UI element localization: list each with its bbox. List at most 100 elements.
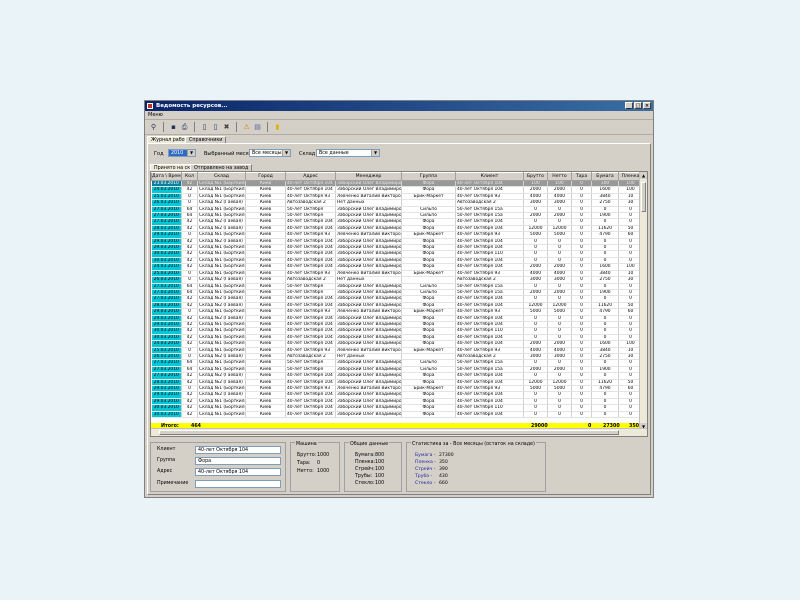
horizontal-scrollbar[interactable] xyxy=(151,428,647,436)
scroll-thumb[interactable] xyxy=(641,182,646,212)
machine-netto-label: Нетто: xyxy=(297,469,314,474)
table-cell: 28.03.2010 xyxy=(151,225,182,233)
details-area: Клиент 40-лет Октября 104 Группа Фора Ад… xyxy=(150,440,648,494)
table-cell: Склад №1 (Борткиль) xyxy=(197,347,246,355)
chevron-down-icon: ▼ xyxy=(282,150,290,156)
client-field[interactable]: 40-лет Октября 104 xyxy=(195,446,281,454)
chevron-down-icon: ▼ xyxy=(371,150,379,156)
table-cell: Склад №1 (Борткиль) xyxy=(197,359,246,367)
table-cell: Заборский Олег Владимирович xyxy=(335,398,402,406)
stats-item-value: 660 xyxy=(439,481,448,486)
data-grid[interactable]: Дата \ Время Кол Склад Город Адрес Менеджер Гр… xyxy=(150,171,648,437)
column-header[interactable]: Нетто xyxy=(547,172,572,181)
save-icon[interactable]: ▪ xyxy=(169,123,178,132)
table-cell: Левченко Виталий Викторович xyxy=(335,347,402,355)
table-cell: 25.03.2010 xyxy=(151,270,182,278)
warehouse-select[interactable]: Все данные ▼ xyxy=(316,149,380,157)
general-item-value: 100 xyxy=(375,467,385,472)
group-field[interactable]: Фора xyxy=(195,457,281,465)
month-label: Выбранный месяц: xyxy=(204,151,254,157)
table-cell: 26.03.2010 xyxy=(151,353,182,361)
table-cell: 40-лет Октября 93 xyxy=(285,385,336,393)
sub-tabs: Принято на склад Отправлено на завод xyxy=(150,164,450,171)
tab-references[interactable]: Справочники xyxy=(185,136,227,143)
table-cell: Заборский Олег Владимирович xyxy=(335,327,402,335)
table-cell: Киев xyxy=(245,411,286,419)
exit-icon[interactable]: ▮ xyxy=(273,123,282,132)
menu-item[interactable]: Меню xyxy=(148,112,163,118)
table-cell: Склад №1 (Борткиль) xyxy=(197,283,246,290)
table-cell: 0 xyxy=(591,411,619,419)
table-cell: 30.03.2010 xyxy=(151,327,182,335)
year-label: Год xyxy=(154,151,164,157)
column-header[interactable]: Тара xyxy=(571,172,592,181)
table-cell: Склад №1 (Борткиль) xyxy=(197,263,246,271)
toolbar-separator xyxy=(267,122,268,132)
table-cell: Заборский Олег Владимирович xyxy=(335,379,402,387)
year-select[interactable]: 2010 ▼ xyxy=(168,149,196,157)
column-header[interactable]: Клиент xyxy=(455,172,524,181)
general-item-label: Стекло: xyxy=(355,481,375,486)
general-item-label: Стрейч: xyxy=(355,467,375,472)
table-cell: 40-лет Октября 93 xyxy=(285,231,336,239)
table-cell: Заборский Олег Владимирович xyxy=(335,334,402,342)
toolbar-separator xyxy=(194,122,195,132)
table-cell: Заборский Олег Владимирович xyxy=(335,186,402,194)
stats-item-label: Стрейч - xyxy=(415,467,436,472)
table-cell: Склад №1 (Борткиль) xyxy=(197,244,246,252)
table-cell: 30.03.2010 xyxy=(151,411,182,419)
table-cell: 27.03.2010 xyxy=(151,359,182,367)
table-cell: 40-лет Октября 104 xyxy=(285,404,336,412)
delete-icon[interactable]: ✖ xyxy=(222,123,231,132)
table-cell: Склад №1 (Борткиль) xyxy=(197,308,246,316)
stats-item-label: Бумага - xyxy=(415,453,436,458)
table-cell: 27.03.2010 xyxy=(151,283,182,290)
column-header[interactable]: Дата \ Время xyxy=(151,172,182,181)
report-icon[interactable]: ▤ xyxy=(253,123,262,132)
table-row[interactable]: 30.03.2010 42 Склад №1 (Борткиль) Киев 40-ле… xyxy=(151,411,643,419)
minimize-button[interactable]: _ xyxy=(625,102,633,109)
column-header[interactable]: Адрес xyxy=(285,172,336,181)
table-cell: Фора xyxy=(401,411,456,419)
edit-doc-icon[interactable]: ▯ xyxy=(211,123,220,132)
stats-item-value: 390 xyxy=(439,467,448,472)
vertical-scrollbar[interactable]: ▲ ▼ xyxy=(639,172,647,430)
machine-tara-value: 0 xyxy=(317,461,321,466)
address-field[interactable]: 40-лет Октября 104 xyxy=(195,468,281,476)
app-icon xyxy=(147,103,153,109)
maximize-button[interactable]: □ xyxy=(634,102,642,109)
filter-bar: Год 2010 ▼ Выбранный месяц: Все месяцы ▼ С… xyxy=(152,149,632,159)
new-doc-icon[interactable]: ▯ xyxy=(200,123,209,132)
column-header[interactable]: Кол xyxy=(181,172,198,181)
column-header[interactable]: Бумага xyxy=(591,172,619,181)
binoculars-icon[interactable]: ⚲ xyxy=(149,123,158,132)
hscroll-thumb[interactable] xyxy=(159,430,619,435)
column-header[interactable]: Менеджер xyxy=(335,172,402,181)
tab-sent[interactable]: Отправлено на завод xyxy=(190,164,253,171)
table-cell: 40-лет Октября 104 xyxy=(285,340,336,348)
table-cell: 40-лет Октября 93 xyxy=(285,270,336,278)
close-button[interactable]: × xyxy=(643,102,651,109)
journal-panel: Год 2010 ▼ Выбранный месяц: Все месяцы ▼ С… xyxy=(147,143,651,495)
table-cell: Заборский Олег Владимирович xyxy=(335,244,402,252)
print-icon[interactable]: ⎙ xyxy=(180,123,189,132)
stats-item-label: Пленка - xyxy=(415,460,436,465)
month-select[interactable]: Все месяцы ▼ xyxy=(249,149,291,157)
table-cell: 40-лет Октября 104 xyxy=(285,302,336,310)
column-header[interactable]: Брутто xyxy=(523,172,548,181)
table-cell: 27.03.2010 xyxy=(151,206,182,214)
table-cell: Заборский Олег Владимирович xyxy=(335,250,402,258)
warning-icon[interactable]: ⚠ xyxy=(242,123,251,132)
window-title: Ведомость ресурсов... xyxy=(156,103,228,109)
note-field[interactable] xyxy=(195,480,281,488)
table-cell: Заборский Олег Владимирович xyxy=(335,218,402,226)
table-cell: Склад №1 (Борткиль) xyxy=(197,398,246,406)
table-cell: Склад №1 (Борткиль) xyxy=(197,180,246,188)
column-header[interactable]: Город xyxy=(245,172,286,181)
table-cell: Склад №1 (Борткиль) xyxy=(197,193,246,201)
column-header[interactable]: Склад xyxy=(197,172,246,181)
table-cell: Заборский Олег Владимирович xyxy=(335,180,402,188)
table-cell: 40-лет Октября 93 xyxy=(285,347,336,355)
column-header[interactable]: Группа xyxy=(401,172,456,181)
scroll-up-icon[interactable]: ▲ xyxy=(640,172,647,179)
